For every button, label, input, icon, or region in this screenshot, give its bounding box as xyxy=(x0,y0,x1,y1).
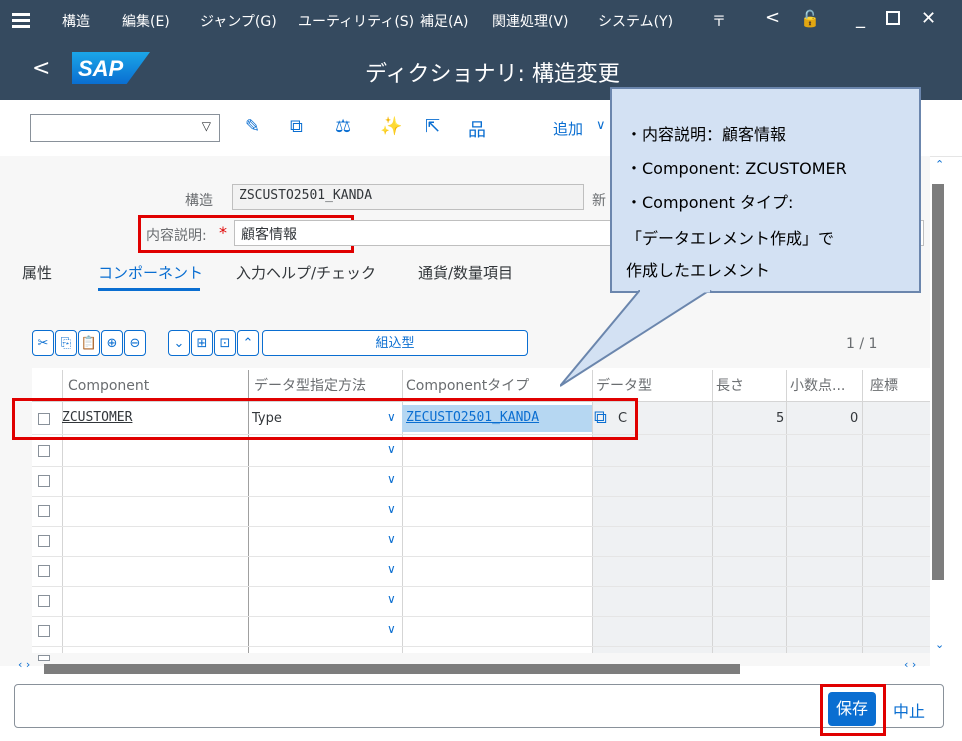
required-marker: * xyxy=(219,223,227,242)
menu-item-utilities[interactable]: ユーティリティ(S) xyxy=(298,11,414,31)
chevron-down-icon[interactable]: ∨ xyxy=(387,592,396,606)
table-row[interactable] xyxy=(32,646,930,661)
sap-logo: SAP xyxy=(72,52,150,84)
row-checkbox[interactable] xyxy=(38,505,50,517)
horizontal-scrollbar[interactable] xyxy=(44,664,740,674)
menu-item-edit[interactable]: 編集(E) xyxy=(122,11,170,31)
col-decimals[interactable]: 小数点... xyxy=(790,370,845,402)
row-length: 5 xyxy=(776,411,785,426)
hamburger-menu-icon[interactable] xyxy=(12,10,30,30)
menu-item-environment[interactable]: 関連処理(V) xyxy=(492,11,569,31)
row-checkbox[interactable] xyxy=(38,565,50,577)
display-change-icon[interactable]: ✎ xyxy=(245,116,260,137)
chevron-down-icon[interactable]: ∨ xyxy=(387,622,396,636)
row-checkbox[interactable] xyxy=(38,535,50,547)
active-tab-indicator xyxy=(98,288,200,291)
menu-item-extras[interactable]: 補足(A) xyxy=(420,11,469,31)
row-checkbox[interactable] xyxy=(38,445,50,457)
activate-icon[interactable]: ✨ xyxy=(380,116,402,137)
scroll-up-icon[interactable]: ⌃ xyxy=(935,158,944,171)
table-row[interactable]: ∨ xyxy=(32,496,930,527)
structure-field: ZSCUSTO2501_KANDA xyxy=(232,184,584,210)
structure-label: 構造 xyxy=(185,193,213,209)
menu-item-jump[interactable]: ジャンプ(G) xyxy=(200,11,277,31)
page-title: ディクショナリ: 構造変更 xyxy=(365,62,620,87)
other-object-icon[interactable]: ⧉ xyxy=(290,116,303,137)
table-row[interactable]: ∨ xyxy=(32,556,930,587)
new-label: 新 xyxy=(592,193,606,209)
row-checkbox[interactable] xyxy=(38,655,50,661)
builtin-type-button[interactable]: 組込型 xyxy=(262,330,528,356)
description-value: 顧客情報 xyxy=(241,227,297,243)
tab-attributes[interactable]: 属性 xyxy=(22,262,52,283)
menu-item-system[interactable]: システム(Y) xyxy=(598,11,673,31)
expand-all-icon[interactable]: ⌄ xyxy=(168,330,190,356)
copy-icon[interactable]: ⎘ xyxy=(55,330,77,356)
table-row[interactable]: ∨ xyxy=(32,436,930,467)
vertical-scrollbar[interactable] xyxy=(932,184,944,580)
command-field[interactable]: ▽ xyxy=(30,114,220,142)
lock-icon[interactable]: 🔓 xyxy=(800,9,820,28)
delete-row-icon[interactable]: ⊖ xyxy=(124,330,146,356)
description-label: 内容説明: xyxy=(146,228,207,244)
insert-include-icon[interactable]: ⊞ xyxy=(191,330,213,356)
callout-line: ・内容説明：顧客情報 xyxy=(626,125,787,144)
chevron-down-icon[interactable]: ∨ xyxy=(387,532,396,546)
maximize-icon[interactable] xyxy=(886,11,900,25)
back-nav-icon[interactable]: < xyxy=(32,56,50,81)
callout-line: 「データエレメント作成」で xyxy=(626,229,835,248)
annotation-callout: ・内容説明：顧客情報 ・Component: ZCUSTOMER ・Compon… xyxy=(610,87,921,293)
chevron-down-icon: ▽ xyxy=(201,119,211,133)
status-bar xyxy=(14,684,944,728)
chevron-down-icon[interactable]: ∨ xyxy=(387,472,396,486)
tab-currency[interactable]: 通貨/数量項目 xyxy=(418,262,513,283)
menu-item-structure[interactable]: 構造 xyxy=(62,11,90,31)
cut-icon[interactable]: ✂ xyxy=(32,330,54,356)
close-icon[interactable]: ✕ xyxy=(921,8,936,29)
save-button[interactable]: 保存 xyxy=(828,692,876,726)
add-dropdown-icon[interactable]: ∨ xyxy=(596,118,606,133)
tab-input-help[interactable]: 入力ヘルプ/チェック xyxy=(236,262,376,283)
row-checkbox[interactable] xyxy=(38,595,50,607)
row-checkbox[interactable] xyxy=(38,625,50,637)
where-used-icon[interactable]: ⇱ xyxy=(425,116,440,137)
table-row[interactable]: ∨ xyxy=(32,586,930,617)
add-menu-button[interactable]: 追加 xyxy=(553,118,583,139)
chevron-down-icon[interactable]: ∨ xyxy=(387,442,396,456)
callout-pointer xyxy=(560,290,712,387)
insert-row-icon[interactable]: ⊕ xyxy=(101,330,123,356)
cancel-button[interactable]: 中止 xyxy=(893,698,925,722)
minimize-icon[interactable]: _ xyxy=(856,8,865,29)
callout-line: ・Component: ZCUSTOMER xyxy=(626,159,847,178)
collapse-all-icon[interactable]: ⌃ xyxy=(237,330,259,356)
callout-line: 作成したエレメント xyxy=(626,261,771,280)
scroll-right-icon[interactable]: ‹ › xyxy=(904,658,916,671)
row-checkbox[interactable] xyxy=(38,475,50,487)
table-row[interactable]: ∨ xyxy=(32,616,930,647)
hierarchy-icon[interactable]: 品 xyxy=(468,116,486,142)
footer-bar: 保存 中止 xyxy=(0,680,962,741)
paste-icon[interactable]: 📋 xyxy=(78,330,100,356)
table-row[interactable]: ∨ xyxy=(32,526,930,557)
row-highlight xyxy=(12,398,638,440)
menu-bar: 構造 編集(E) ジャンプ(G) ユーティリティ(S) 補足(A) 関連処理(V… xyxy=(0,0,962,40)
page-indicator: 1 / 1 xyxy=(846,336,878,352)
callout-line: ・Component タイプ: xyxy=(626,193,794,212)
scroll-left-icon[interactable]: ‹ › xyxy=(18,658,30,671)
back-arrow-icon[interactable]: < xyxy=(765,7,780,28)
chevron-down-icon[interactable]: ∨ xyxy=(387,562,396,576)
row-decimals: 0 xyxy=(850,411,859,426)
check-icon[interactable]: ⚖ xyxy=(335,116,351,137)
chevron-down-icon[interactable]: ∨ xyxy=(387,502,396,516)
col-coordinates[interactable]: 座標 xyxy=(870,370,898,402)
scroll-down-icon[interactable]: ⌄ xyxy=(935,638,944,651)
select-block-icon[interactable]: ⊡ xyxy=(214,330,236,356)
more-menu-icon[interactable]: 〒 xyxy=(712,11,726,31)
table-row[interactable]: ∨ xyxy=(32,466,930,497)
tab-components[interactable]: コンポーネント xyxy=(98,262,203,283)
